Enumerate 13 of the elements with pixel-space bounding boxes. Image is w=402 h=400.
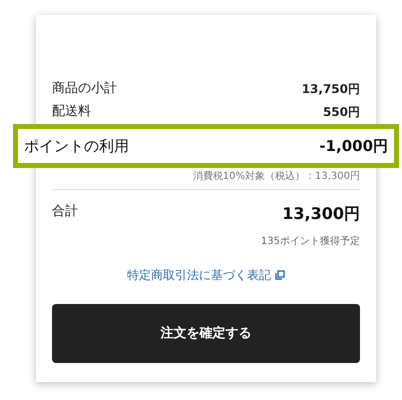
total-value: 13,300円 bbox=[282, 203, 360, 225]
row-label: 配送料 bbox=[52, 102, 91, 121]
row-value: 13,750円 bbox=[302, 80, 360, 98]
confirm-order-button[interactable]: 注文を確定する bbox=[52, 304, 360, 363]
row-value: 550円 bbox=[322, 104, 360, 120]
legal-link[interactable]: 特定商取引法に基づく表記 bbox=[127, 266, 285, 284]
highlight-label: ポイントの利用 bbox=[24, 136, 129, 157]
points-note: 135ポイント獲得予定 bbox=[260, 234, 360, 249]
highlight-value: -1,000円 bbox=[319, 136, 388, 157]
row-label: 商品の小計 bbox=[52, 80, 117, 98]
tax-note: 消費税10%対象（税込）：13,300円 bbox=[192, 170, 360, 184]
total-label: 合計 bbox=[52, 203, 78, 221]
external-link-icon bbox=[275, 270, 285, 280]
